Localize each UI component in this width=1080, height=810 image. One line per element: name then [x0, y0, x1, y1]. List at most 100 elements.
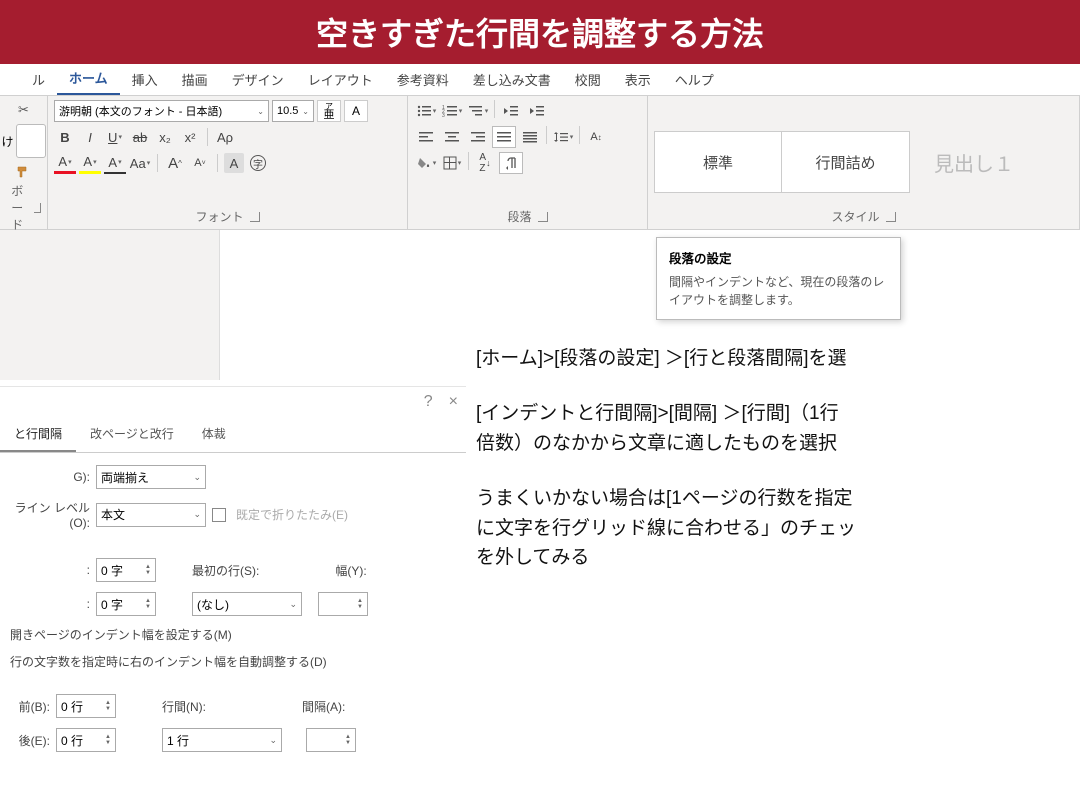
tab-home[interactable]: ホーム — [57, 62, 120, 95]
after-label: 後(E): — [10, 732, 50, 749]
before-spinner[interactable]: 0 行▲▼ — [56, 694, 116, 718]
indent-right-spinner[interactable]: 0 字▲▼ — [96, 592, 156, 616]
borders-button[interactable]: ▾ — [440, 152, 464, 174]
indent-left-spinner[interactable]: 0 字▲▼ — [96, 558, 156, 582]
clear-format-button[interactable]: Aρ — [214, 126, 236, 148]
font-name-combo[interactable]: 游明朝 (本文のフォント - 日本語)⌄ — [54, 100, 269, 122]
tab-help[interactable]: ヘルプ — [663, 64, 726, 95]
ribbon-tabs: ル ホーム 挿入 描画 デザイン レイアウト 参考資料 差し込み文書 校閲 表示… — [0, 64, 1080, 96]
paragraph-settings-tooltip: 段落の設定 間隔やインデントなど、現在の段落のレイアウトを調整します。 — [656, 237, 901, 320]
firstline-combo[interactable]: (なし)⌄ — [192, 592, 302, 616]
styles-launcher-icon[interactable] — [886, 212, 896, 222]
highlight-button[interactable]: A▾ — [79, 152, 101, 174]
linespacing-combo[interactable]: 1 行⌄ — [162, 728, 282, 752]
clipboard-group: ✂ け ボード — [0, 96, 48, 229]
format-painter-icon[interactable] — [15, 164, 33, 180]
font-color-button[interactable]: A▾ — [54, 152, 76, 174]
dialog-help-icon[interactable]: ? — [424, 393, 433, 411]
align-center-button[interactable] — [440, 126, 464, 148]
align-right-button[interactable] — [466, 126, 490, 148]
dialog-close-icon[interactable]: × — [449, 393, 458, 411]
instruction-text: [ホーム]>[段落の設定] ＞[行と段落間隔]を選 [インデントと行間隔]>[間… — [476, 344, 1080, 599]
strike-button[interactable]: ab — [129, 126, 151, 148]
tab-view[interactable]: 表示 — [613, 64, 663, 95]
tab-mailings[interactable]: 差し込み文書 — [461, 64, 563, 95]
enclose-char-button[interactable]: 字 — [247, 152, 269, 174]
bullet-list-button[interactable]: ▾ — [414, 100, 438, 122]
font-launcher-icon[interactable] — [250, 212, 260, 222]
paragraph-group-label: 段落 — [414, 206, 641, 229]
subscript-button[interactable]: x₂ — [154, 126, 176, 148]
dialog-tab-indent[interactable]: と行間隔 — [0, 417, 76, 452]
dialog-tab-style[interactable]: 体裁 — [188, 417, 240, 452]
linespacing-label: 行間(N): — [162, 698, 206, 715]
style-no-spacing[interactable]: 行間詰め — [782, 131, 910, 193]
char-border-button[interactable]: A — [344, 100, 368, 122]
grow-font-button[interactable]: A^ — [164, 152, 186, 174]
firstline-label: 最初の行(S): — [192, 562, 259, 579]
mirror-indent-label: 開きページのインデント幅を設定する(M) — [10, 626, 232, 643]
font-group: 游明朝 (本文のフォント - 日本語)⌄ 10.5⌄ ア亜 A B I U▾ a… — [48, 96, 408, 229]
indent-right-label: : — [10, 597, 90, 611]
alignment-combo[interactable]: 両端揃え⌄ — [96, 465, 206, 489]
after-spinner[interactable]: 0 行▲▼ — [56, 728, 116, 752]
alignment-label: G): — [10, 470, 90, 484]
tooltip-body: 間隔やインデントなど、現在の段落のレイアウトを調整します。 — [669, 273, 888, 309]
fold-label: 既定で折りたたみ(E) — [236, 506, 348, 523]
number-list-button[interactable]: 123▾ — [440, 100, 464, 122]
paragraph-launcher-icon[interactable] — [538, 212, 548, 222]
width-label: 幅(Y): — [335, 562, 366, 579]
outline-combo[interactable]: 本文⌄ — [96, 503, 206, 527]
styles-group: 標準 行間詰め 見出し１ スタイル — [648, 96, 1080, 229]
italic-button[interactable]: I — [79, 126, 101, 148]
shrink-font-button[interactable]: A˅ — [189, 152, 211, 174]
increase-indent-button[interactable] — [525, 100, 549, 122]
indent-left-label: : — [10, 563, 90, 577]
outline-label: ライン レベル(O): — [10, 499, 90, 530]
font-size-combo[interactable]: 10.5⌄ — [272, 100, 314, 122]
tab-references[interactable]: 参考資料 — [385, 64, 461, 95]
width-spinner[interactable]: ▲▼ — [318, 592, 368, 616]
spacing-spinner[interactable]: ▲▼ — [306, 728, 356, 752]
document-page[interactable] — [220, 232, 470, 377]
tab-design[interactable]: デザイン — [220, 64, 296, 95]
paragraph-group: ▾ 123▾ ▾ ▾ A↕ ▾ ▾ — [408, 96, 648, 229]
clipboard-launcher-icon[interactable] — [34, 203, 41, 213]
paste-label: け — [2, 133, 14, 150]
bold-button[interactable]: B — [54, 126, 76, 148]
multilevel-list-button[interactable]: ▾ — [466, 100, 490, 122]
char-shading-button[interactable]: A▾ — [104, 152, 126, 174]
underline-button[interactable]: U▾ — [104, 126, 126, 148]
justify-button[interactable] — [492, 126, 516, 148]
style-heading1[interactable]: 見出し１ — [910, 131, 1038, 193]
tab-layout[interactable]: レイアウト — [296, 64, 385, 95]
decrease-indent-button[interactable] — [499, 100, 523, 122]
ruby-button[interactable]: ア亜 — [317, 100, 341, 122]
auto-indent-label: 行の文字数を指定時に右のインデント幅を自動調整する(D) — [10, 653, 327, 670]
sort-button[interactable]: AZ↓ — [473, 152, 497, 174]
dialog-tab-pagebreak[interactable]: 改ページと改行 — [76, 417, 188, 452]
instruction-line-2: [インデントと行間隔]>[間隔] ＞[行間]（1行 倍数）のなかから文章に適した… — [476, 399, 1080, 458]
tab-draw[interactable]: 描画 — [170, 64, 220, 95]
paragraph-dialog: ? × と行間隔 改ページと改行 体裁 G): 両端揃え⌄ ライン レベル(O)… — [0, 386, 466, 774]
shading-button[interactable]: ▾ — [414, 152, 438, 174]
distribute-button[interactable] — [518, 126, 542, 148]
ribbon: ✂ け ボード 游明朝 (本文のフォント - 日本語)⌄ 10.5⌄ ア亜 — [0, 96, 1080, 230]
line-spacing-button[interactable]: ▾ — [551, 126, 575, 148]
tooltip-title: 段落の設定 — [669, 248, 888, 267]
paste-button[interactable]: け — [2, 124, 46, 158]
superscript-button[interactable]: x² — [179, 126, 201, 148]
fold-checkbox[interactable] — [212, 508, 226, 522]
cut-icon[interactable]: ✂ — [15, 102, 33, 118]
before-label: 前(B): — [10, 698, 50, 715]
page-title: 空きすぎた行間を調整する方法 — [0, 0, 1080, 64]
text-direction-button[interactable]: A↕ — [584, 126, 608, 148]
align-left-button[interactable] — [414, 126, 438, 148]
show-marks-button[interactable] — [499, 152, 523, 174]
tab-file-fragment[interactable]: ル — [20, 64, 57, 95]
style-normal[interactable]: 標準 — [654, 131, 782, 193]
tab-insert[interactable]: 挿入 — [120, 64, 170, 95]
change-case-button[interactable]: Aa▾ — [129, 152, 151, 174]
circled-char-button[interactable]: A — [224, 153, 244, 173]
tab-review[interactable]: 校閲 — [563, 64, 613, 95]
